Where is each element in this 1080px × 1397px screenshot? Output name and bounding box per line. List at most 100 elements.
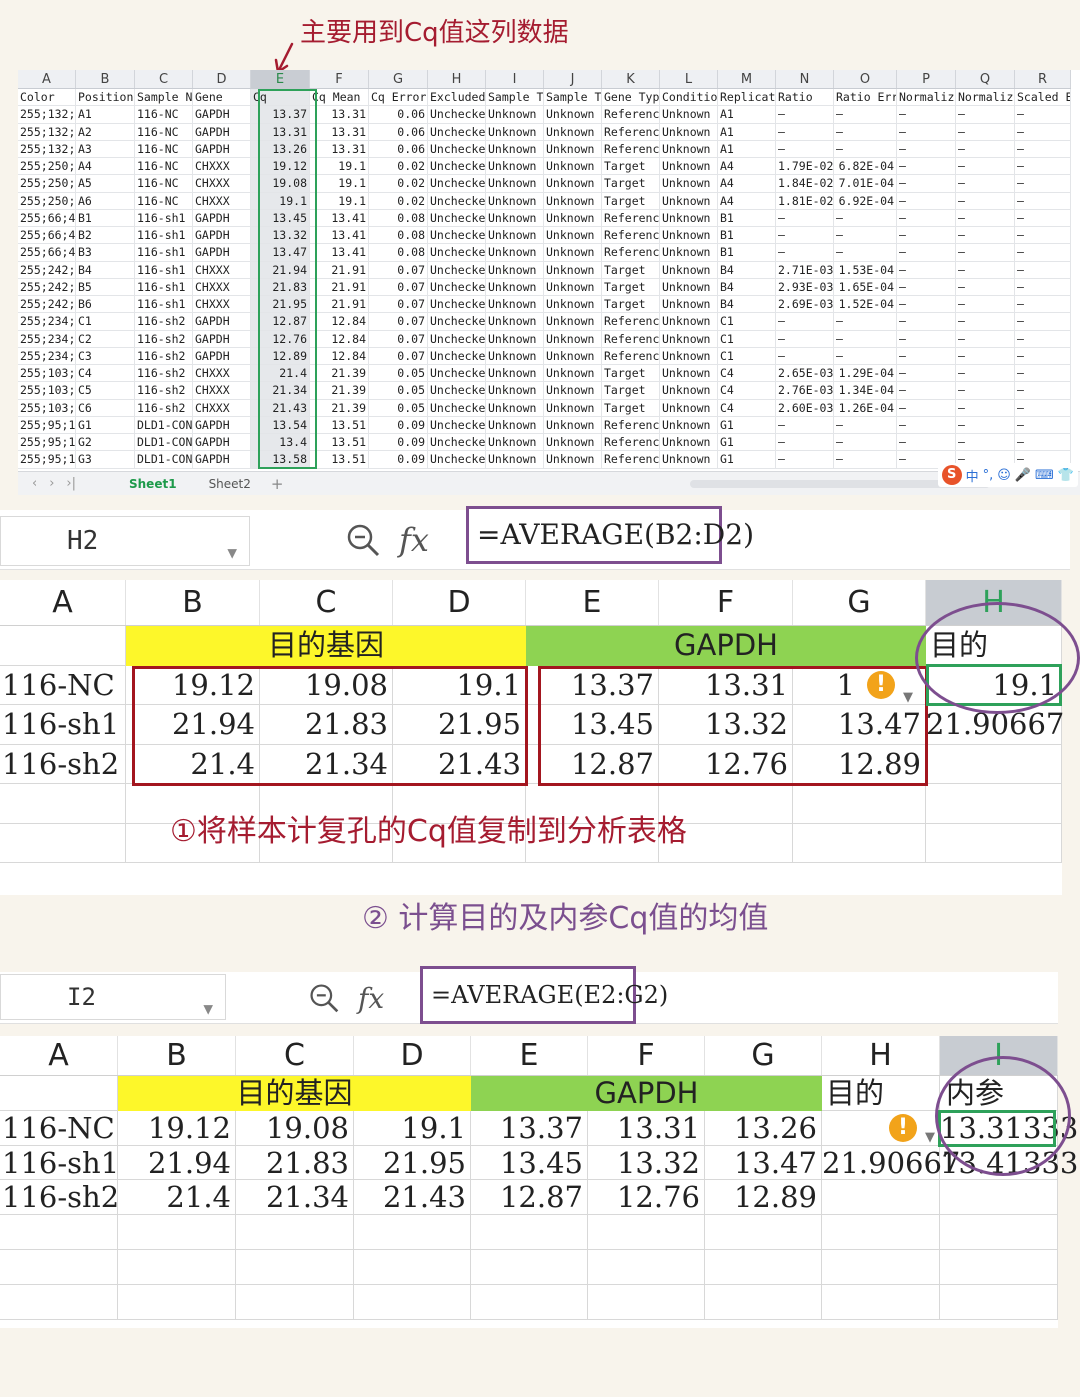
- table-cell[interactable]: –: [776, 244, 834, 261]
- table-cell[interactable]: Unknown: [544, 261, 602, 278]
- table-cell[interactable]: G1: [718, 451, 776, 468]
- table-cell[interactable]: 12.89: [793, 744, 926, 784]
- table-cell[interactable]: –: [834, 330, 897, 347]
- table-cell[interactable]: Unchecke: [428, 330, 486, 347]
- table-cell[interactable]: 13.41333: [940, 1145, 1078, 1181]
- table-cell[interactable]: Position: [76, 89, 135, 106]
- table-cell[interactable]: A1: [718, 106, 776, 123]
- table-cell[interactable]: Unknown: [544, 416, 602, 433]
- table-cell[interactable]: A5: [76, 175, 135, 192]
- table-cell[interactable]: Unknown: [660, 106, 718, 123]
- table-cell[interactable]: Unknown: [660, 296, 718, 313]
- table-cell[interactable]: Target: [602, 278, 660, 295]
- table-cell[interactable]: –: [834, 416, 897, 433]
- row-label-cell[interactable]: 116-sh1: [0, 1145, 119, 1181]
- fx-icon[interactable]: fx: [399, 521, 429, 559]
- table-cell[interactable]: 12.87: [471, 1180, 588, 1216]
- table-cell[interactable]: 116-NC: [135, 106, 193, 123]
- table-cell[interactable]: Unknown: [544, 296, 602, 313]
- column-header-k[interactable]: K: [602, 70, 660, 88]
- table-cell[interactable]: [926, 823, 1062, 863]
- table-cell[interactable]: Unknown: [486, 416, 544, 433]
- table-cell[interactable]: Unknown: [486, 192, 544, 209]
- table-cell[interactable]: [588, 1250, 705, 1285]
- table-cell[interactable]: –: [1015, 227, 1071, 244]
- table-cell[interactable]: CHXXX: [193, 296, 251, 313]
- table-cell[interactable]: –: [1015, 123, 1071, 140]
- table-cell[interactable]: 19.1: [310, 175, 369, 192]
- table-cell[interactable]: A4: [718, 158, 776, 175]
- table-cell[interactable]: [705, 1250, 822, 1285]
- table-cell[interactable]: DLD1-CON: [135, 416, 193, 433]
- column-header-f[interactable]: F: [659, 580, 793, 625]
- table-cell[interactable]: B5: [76, 278, 135, 295]
- table-cell[interactable]: –: [776, 313, 834, 330]
- table-cell[interactable]: –: [1015, 278, 1071, 295]
- table-cell[interactable]: 13.45: [526, 705, 659, 745]
- table-cell[interactable]: 116-sh2: [135, 365, 193, 382]
- row-label-cell[interactable]: 116-sh2: [0, 744, 126, 784]
- table-cell[interactable]: –: [897, 244, 956, 261]
- table-cell[interactable]: B1: [718, 209, 776, 226]
- table-cell[interactable]: [0, 1076, 118, 1111]
- table-cell[interactable]: A1: [76, 106, 135, 123]
- table-cell[interactable]: 12.89: [705, 1180, 822, 1216]
- table-cell[interactable]: A4: [718, 192, 776, 209]
- table-cell[interactable]: 13.51: [310, 416, 369, 433]
- table-cell[interactable]: 0.07: [369, 296, 428, 313]
- table-cell[interactable]: 13.31: [251, 123, 310, 140]
- table-cell[interactable]: 0.08: [369, 244, 428, 261]
- row-label-cell[interactable]: [0, 1284, 118, 1320]
- table-cell[interactable]: –: [897, 434, 956, 451]
- warning-icon[interactable]: !: [867, 670, 895, 699]
- table-cell[interactable]: A6: [76, 192, 135, 209]
- column-header-c[interactable]: C: [236, 1036, 354, 1075]
- table-cell[interactable]: Unknown: [486, 434, 544, 451]
- table-cell[interactable]: Unknown: [660, 451, 718, 468]
- table-cell[interactable]: 2.76E-03: [776, 382, 834, 399]
- table-cell[interactable]: 19.08: [260, 665, 393, 705]
- table-cell[interactable]: –: [834, 123, 897, 140]
- column-header-c[interactable]: C: [135, 70, 193, 88]
- table-cell[interactable]: –: [897, 123, 956, 140]
- table-cell[interactable]: B1: [76, 209, 135, 226]
- table-cell[interactable]: –: [956, 106, 1015, 123]
- table-cell[interactable]: Target: [602, 382, 660, 399]
- table-cell[interactable]: ! ▼: [822, 1110, 940, 1146]
- table-cell[interactable]: –: [956, 192, 1015, 209]
- table-cell[interactable]: Unknown: [544, 175, 602, 192]
- formula-input[interactable]: =AVERAGE(B2:D2): [466, 506, 754, 564]
- table-cell[interactable]: 0.02: [369, 158, 428, 175]
- table-cell[interactable]: CHXXX: [193, 382, 251, 399]
- column-header-g[interactable]: G: [793, 580, 926, 625]
- table-cell[interactable]: Unknown: [544, 209, 602, 226]
- table-cell[interactable]: 255;242;: [18, 278, 76, 295]
- column-header-b[interactable]: B: [126, 580, 260, 625]
- add-sheet-button[interactable]: +: [271, 475, 284, 493]
- table-cell[interactable]: Unknown: [660, 209, 718, 226]
- table-cell[interactable]: C5: [76, 382, 135, 399]
- table-cell[interactable]: Unknown: [486, 296, 544, 313]
- table-cell[interactable]: 13.51: [310, 434, 369, 451]
- table-cell[interactable]: 255;132;: [18, 140, 76, 157]
- table-cell[interactable]: GAPDH: [193, 209, 251, 226]
- table-cell[interactable]: GAPDH: [193, 313, 251, 330]
- table-cell[interactable]: –: [1015, 330, 1071, 347]
- table-cell[interactable]: 21.83: [260, 705, 393, 745]
- table-cell[interactable]: Unknown: [660, 158, 718, 175]
- table-cell[interactable]: Referenc: [602, 451, 660, 468]
- table-cell[interactable]: 116-sh2: [135, 399, 193, 416]
- table-cell[interactable]: –: [956, 140, 1015, 157]
- table-cell[interactable]: 21.94: [126, 705, 260, 745]
- table-cell[interactable]: Unknown: [544, 158, 602, 175]
- keyboard-icon[interactable]: ⌨: [1035, 468, 1054, 483]
- table-cell[interactable]: –: [956, 296, 1015, 313]
- table-cell[interactable]: [822, 1215, 940, 1250]
- table-cell[interactable]: B3: [76, 244, 135, 261]
- table-cell[interactable]: 6.82E-04: [834, 158, 897, 175]
- table-cell[interactable]: Unchecke: [428, 123, 486, 140]
- table-cell[interactable]: 13.4: [251, 434, 310, 451]
- table-cell[interactable]: 21.43: [393, 744, 526, 784]
- table-cell[interactable]: CHXXX: [193, 261, 251, 278]
- table-cell[interactable]: –: [897, 416, 956, 433]
